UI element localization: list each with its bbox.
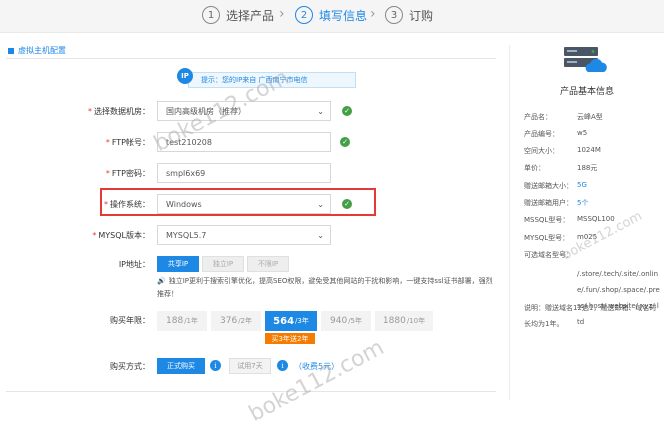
ip-note-text: 独立IP更利于搜索引擎优化，提高SEO权限，避免受其他网站的干扰和影响，一键支持… [157, 277, 493, 298]
step-select-product: 1 选择产品 [202, 6, 274, 24]
step-label: 填写信息 [319, 8, 368, 23]
period-option-1y[interactable]: 188/1年 [157, 311, 207, 331]
chevron-down-icon: ⌄ [317, 231, 324, 240]
divider [6, 391, 496, 392]
ip-dedicated-button[interactable]: 独立IP [202, 256, 244, 272]
step-number: 2 [295, 6, 313, 24]
info-icon[interactable]: i [210, 360, 221, 371]
spec-row: MYSQL型号： m025 [524, 233, 598, 242]
period-option-3y[interactable]: 564/3年 [265, 311, 317, 331]
ip-note: 🔊 独立IP更利于搜索引擎优化，提高SEO权限，避免受其他网站的干扰和影响，一键支… [157, 275, 497, 301]
section-title-text: 虚拟主机配置 [18, 46, 66, 55]
chevron-down-icon: ⌄ [317, 107, 324, 116]
ftp-account-input[interactable]: test210208 [157, 132, 331, 152]
speaker-icon: 🔊 [157, 277, 166, 285]
spec-row: 空间大小： 1024M [524, 146, 601, 155]
trial-button[interactable]: 试用7天 [229, 358, 271, 374]
ftp-password-label: * FTP密码： [105, 169, 150, 178]
step-number: 3 [385, 6, 403, 24]
ip-location-notice: 提示：您的IP来自 广西南宁市电信 [188, 72, 356, 88]
spec-row: 赠送邮箱用户： 5个 [524, 199, 589, 207]
check-icon: ✓ [340, 137, 350, 147]
spec-row: 产品编号： w5 [524, 129, 588, 138]
check-icon: ✓ [342, 199, 352, 209]
period-option-5y[interactable]: 940/5年 [321, 311, 371, 331]
chevron-down-icon: ⌄ [317, 200, 324, 209]
os-select[interactable]: Windows ⌄ [157, 194, 331, 214]
divider [509, 45, 510, 400]
mysql-value: MYSQL5.7 [166, 230, 207, 240]
datacenter-value: 国内高级机房（推荐） [166, 106, 246, 116]
ftp-account-label: * FTP帐号： [105, 138, 150, 147]
cloud-server-icon [564, 47, 607, 72]
step-label: 选择产品 [226, 8, 275, 23]
formal-purchase-button[interactable]: 正式购买 [157, 358, 205, 374]
datacenter-select[interactable]: 国内高级机房（推荐） ⌄ [157, 101, 331, 121]
ip-notice-text: 提示：您的IP来自 广西南宁市电信 [201, 76, 308, 84]
ip-shared-button[interactable]: 共享IP [157, 256, 199, 272]
step-fill-info: 2 填写信息 [295, 6, 367, 24]
period-option-2y[interactable]: 376/2年 [211, 311, 261, 331]
step-order: 3 订购 [385, 6, 433, 24]
spec-row: 单价： 188元 [524, 164, 598, 172]
promo-badge: 买3年送2年 [265, 333, 315, 344]
ip-label: IP地址： [118, 260, 150, 269]
spec-row: 赠送邮箱大小： 5G [524, 181, 587, 190]
product-info-title: 产品基本信息 [559, 87, 614, 97]
chevron-right-icon: › [370, 6, 376, 22]
product-explain: 说明：赠送域名12选1，赠送邮箱、域名时长均为1年。 [524, 304, 657, 328]
ip-unlimited-button[interactable]: 不限IP [247, 256, 289, 272]
section-marker-icon [8, 47, 14, 54]
watermark: boke112.com [245, 335, 389, 427]
ftp-account-value: test210208 [166, 137, 212, 147]
spec-row: 产品名： 云峰A型 [524, 113, 603, 121]
info-icon[interactable]: i [277, 360, 288, 371]
period-label: 购买年限： [110, 316, 150, 325]
chevron-right-icon: › [279, 6, 285, 22]
ftp-password-value: smpl6x69 [166, 168, 206, 178]
ip-pin-icon: IP [177, 68, 193, 84]
spec-row: 可选域名型号： [524, 251, 573, 259]
datacenter-label: * 选择数据机房： [88, 107, 150, 116]
mysql-label: * MYSQL版本： [92, 231, 150, 240]
section-title: 虚拟主机配置 [8, 45, 66, 56]
mysql-select[interactable]: MYSQL5.7 ⌄ [157, 225, 331, 245]
os-label: * 操作系统： [104, 200, 150, 209]
check-icon: ✓ [342, 106, 352, 116]
checkout-steps: 1 选择产品 › 2 填写信息 › 3 订购 [0, 0, 664, 33]
step-number: 1 [202, 6, 220, 24]
period-option-10y[interactable]: 1880/10年 [375, 311, 433, 331]
spec-row: MSSQL型号： MSSQL100 [524, 215, 615, 224]
ftp-password-input[interactable]: smpl6x69 [157, 163, 331, 183]
divider [6, 58, 496, 59]
trial-fee-text: （收费5元） [294, 362, 340, 371]
os-value: Windows [166, 199, 202, 209]
step-label: 订购 [409, 8, 434, 23]
purchase-label: 购买方式： [110, 362, 150, 371]
